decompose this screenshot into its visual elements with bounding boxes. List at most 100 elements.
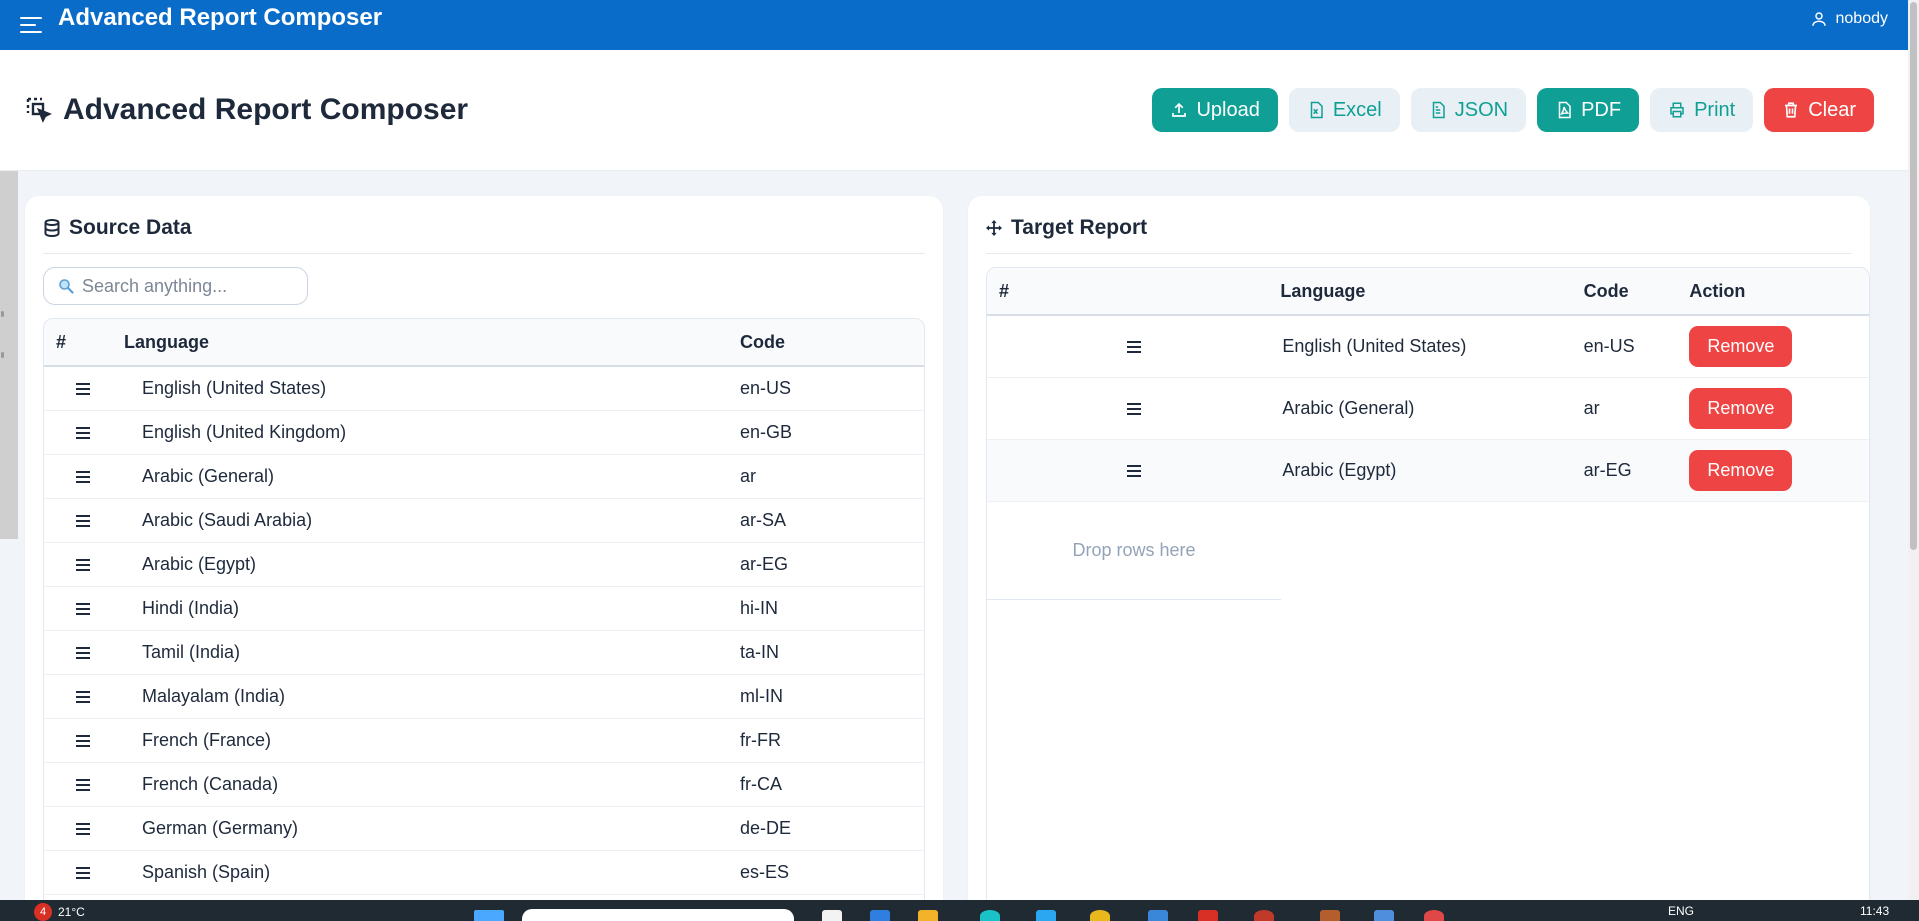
table-row[interactable]: French (Canada) fr-CA [44,763,924,807]
drag-handle[interactable] [987,402,1280,415]
table-row[interactable]: Arabic (Egypt) ar-EG Remove [987,440,1869,502]
taskbar-app-icon[interactable] [1036,910,1056,921]
drag-handle[interactable] [987,464,1280,477]
taskbar-app-icon[interactable] [1198,910,1218,921]
app-title: Advanced Report Composer [58,4,383,31]
table-row[interactable]: English (United States) en-US Remove [987,316,1869,378]
column-header-index[interactable]: # [44,332,122,353]
taskbar-app-icon[interactable] [1254,910,1274,921]
search-input[interactable] [82,275,292,297]
taskbar-app-icon[interactable] [980,910,1000,921]
taskbar-app-icon[interactable] [1374,910,1394,921]
database-icon [44,219,60,237]
target-table-header: # Language Code Action [987,268,1869,316]
upload-label: Upload [1196,98,1260,121]
drag-handle[interactable] [44,734,122,747]
drop-zone[interactable]: Drop rows here [987,502,1281,600]
taskbar-app-icon[interactable] [1424,910,1444,921]
drag-handle[interactable] [44,866,122,879]
source-card-title: Source Data [44,216,192,240]
drag-handle[interactable] [44,602,122,615]
drag-handle-icon[interactable] [1126,464,1141,477]
hamburger-menu-icon[interactable] [20,17,42,33]
drag-handle[interactable] [44,382,122,395]
print-button[interactable]: Print [1650,88,1754,132]
upload-button[interactable]: Upload [1152,88,1278,132]
table-row[interactable]: Malayalam (India) ml-IN [44,675,924,719]
excel-button[interactable]: Excel [1288,88,1400,132]
side-scroll-strip[interactable] [0,171,18,539]
drag-handle-icon[interactable] [76,602,90,615]
table-row[interactable]: French (France) fr-FR [44,719,924,763]
os-taskbar: 4 21°C ENG 11:43 [0,900,1919,921]
table-row[interactable]: Tamil (India) ta-IN [44,631,924,675]
scrollbar-thumb[interactable] [1910,2,1917,550]
move-arrows-icon [986,220,1002,236]
taskbar-app-icon[interactable] [918,910,938,921]
drag-handle[interactable] [44,558,122,571]
code-cell: en-US [1583,336,1635,356]
table-row[interactable]: German (Germany) de-DE [44,807,924,851]
divider [43,253,925,254]
taskbar-app-icon[interactable] [822,910,842,921]
drag-handle[interactable] [44,426,122,439]
table-row[interactable]: Arabic (General) ar Remove [987,378,1869,440]
taskbar-app-icon[interactable] [870,910,890,921]
table-row[interactable]: Spanish (Spain) es-ES [44,851,924,895]
column-header-code[interactable]: Code [740,332,920,353]
code-cell: ar-EG [1583,460,1632,480]
drag-handle-icon[interactable] [76,734,90,747]
weather-widget[interactable]: 4 21°C [34,903,85,921]
drag-handle-icon[interactable] [76,470,90,483]
remove-button[interactable]: Remove [1689,326,1793,367]
column-header-index[interactable]: # [987,281,1280,302]
table-row[interactable]: English (United States) en-US [44,367,924,411]
drag-handle-icon[interactable] [76,514,90,527]
drag-handle[interactable] [44,646,122,659]
drag-handle-icon[interactable] [76,558,90,571]
clock[interactable]: 11:43 [1860,904,1889,918]
drag-handle-icon[interactable] [1126,402,1141,415]
table-row[interactable]: Hindi (India) hi-IN [44,587,924,631]
user-menu[interactable]: nobody [1810,10,1888,28]
page-scrollbar[interactable] [1908,0,1919,900]
drag-handle[interactable] [44,690,122,703]
drag-handle[interactable] [44,778,122,791]
weather-temp: 21°C [58,905,85,919]
drag-handle-icon[interactable] [76,382,90,395]
drag-handle-icon[interactable] [76,866,90,879]
drag-handle-icon[interactable] [1126,340,1141,353]
drag-handle-icon[interactable] [76,778,90,791]
code-cell: ar-SA [740,510,787,530]
clear-button[interactable]: Clear [1764,88,1874,132]
source-table-header: # Language Code [44,319,924,367]
table-row[interactable]: Arabic (Egypt) ar-EG [44,543,924,587]
drag-handle[interactable] [44,470,122,483]
pdf-button[interactable]: PDF [1537,88,1640,132]
page-header: Advanced Report Composer Upload Excel JS… [0,50,1908,171]
search-box[interactable] [43,267,308,305]
windows-start-icon[interactable] [474,910,504,921]
taskbar-app-icon[interactable] [1320,910,1340,921]
column-header-language[interactable]: Language [1280,281,1583,302]
table-row[interactable]: English (United Kingdom) en-GB [44,411,924,455]
taskbar-search[interactable] [522,909,794,921]
drag-handle[interactable] [987,340,1280,353]
remove-button[interactable]: Remove [1689,388,1793,429]
taskbar-app-icon[interactable] [1090,910,1110,921]
drag-handle-icon[interactable] [76,426,90,439]
code-cell: ar-EG [740,554,789,574]
table-row[interactable]: Arabic (Saudi Arabia) ar-SA [44,499,924,543]
remove-button[interactable]: Remove [1689,450,1793,491]
column-header-code[interactable]: Code [1584,281,1690,302]
json-button[interactable]: JSON [1410,88,1527,132]
drag-handle-icon[interactable] [76,822,90,835]
drag-handle-icon[interactable] [76,690,90,703]
taskbar-app-icon[interactable] [1148,910,1168,921]
column-header-language[interactable]: Language [122,332,740,353]
drag-handle-icon[interactable] [76,646,90,659]
drag-handle[interactable] [44,822,122,835]
input-language[interactable]: ENG [1668,904,1694,918]
drag-handle[interactable] [44,514,122,527]
table-row[interactable]: Arabic (General) ar [44,455,924,499]
